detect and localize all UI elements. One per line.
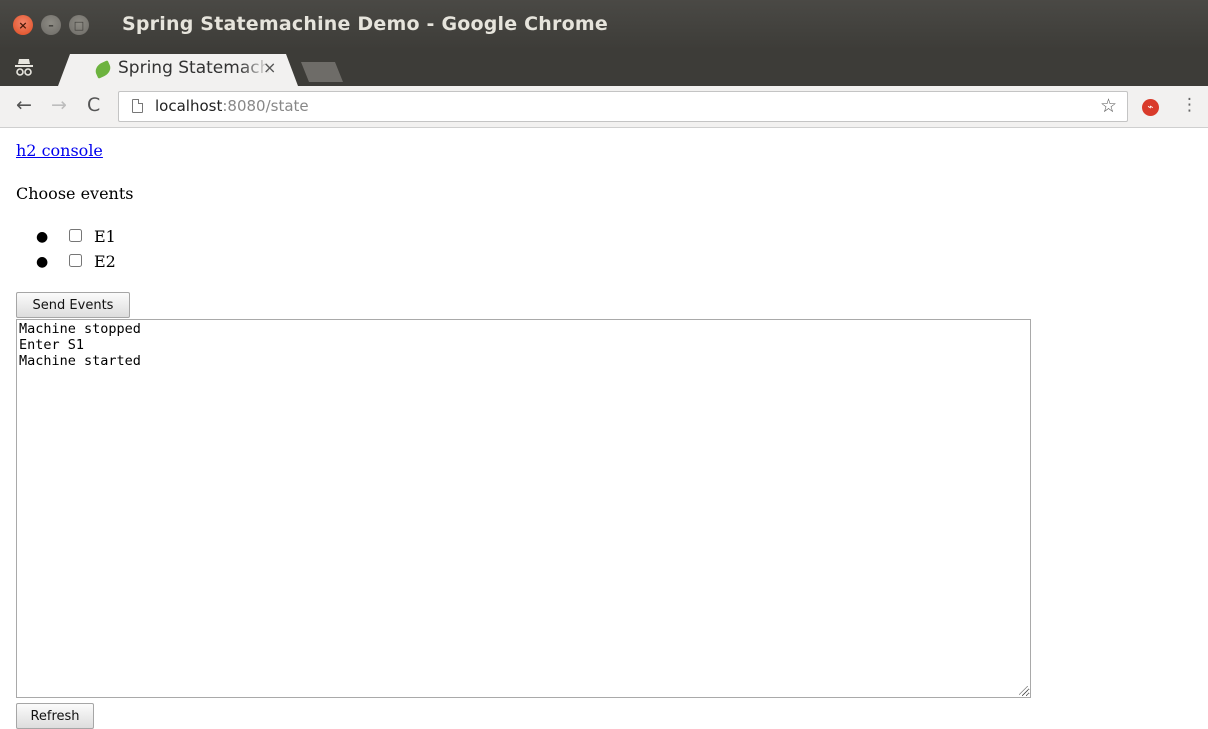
tab-title: Spring Statemachine Demo <box>118 58 270 78</box>
browser-toolbar: ← → C localhost:8080/state ☆ ⌁ ⋮ <box>0 86 1208 128</box>
event-checkbox-e1[interactable] <box>69 229 82 242</box>
window-title: Spring Statemachine Demo - Google Chrome <box>122 13 608 35</box>
state-log-textarea[interactable]: Machine stopped Enter S1 Machine started <box>16 319 1031 698</box>
event-checkbox-e2[interactable] <box>69 254 82 267</box>
send-events-button[interactable]: Send Events <box>16 292 130 318</box>
event-label: E2 <box>94 252 116 271</box>
extension-icon[interactable]: ⌁ <box>1142 99 1159 116</box>
choose-events-label: Choose events <box>16 184 134 203</box>
page-content: h2 console Choose events ● E1 ● E2 Send … <box>0 129 1208 729</box>
menu-icon[interactable]: ⋮ <box>1181 95 1198 115</box>
url-path: :8080/state <box>222 97 309 115</box>
window-close-button[interactable]: × <box>13 15 33 35</box>
bullet-icon: ● <box>36 229 49 245</box>
forward-icon[interactable]: → <box>51 94 67 116</box>
log-text: Machine stopped Enter S1 Machine started <box>19 321 141 369</box>
refresh-button[interactable]: Refresh <box>16 703 94 729</box>
window-titlebar: × – □ Spring Statemachine Demo - Google … <box>0 0 1208 50</box>
event-label: E1 <box>94 227 116 246</box>
url-host: localhost <box>155 97 223 115</box>
tab-strip: Spring Statemachine Demo × <box>0 48 1208 86</box>
page-icon <box>132 99 143 113</box>
resize-grip-icon[interactable] <box>1019 686 1028 695</box>
window-minimize-button[interactable]: – <box>41 15 61 35</box>
bullet-icon: ● <box>36 254 49 270</box>
tab-active[interactable]: Spring Statemachine Demo × <box>58 54 298 86</box>
window-maximize-button[interactable]: □ <box>69 15 89 35</box>
spring-leaf-icon <box>93 60 113 79</box>
address-url[interactable]: localhost:8080/state <box>155 97 309 115</box>
tab-close-icon[interactable]: × <box>263 58 276 77</box>
h2-console-link[interactable]: h2 console <box>16 141 103 160</box>
incognito-icon <box>14 56 34 78</box>
bookmark-star-icon[interactable]: ☆ <box>1100 95 1117 117</box>
address-bar[interactable]: localhost:8080/state ☆ <box>118 91 1128 122</box>
reload-icon[interactable]: C <box>87 94 100 116</box>
back-icon[interactable]: ← <box>16 94 32 116</box>
new-tab-button[interactable] <box>301 62 343 82</box>
